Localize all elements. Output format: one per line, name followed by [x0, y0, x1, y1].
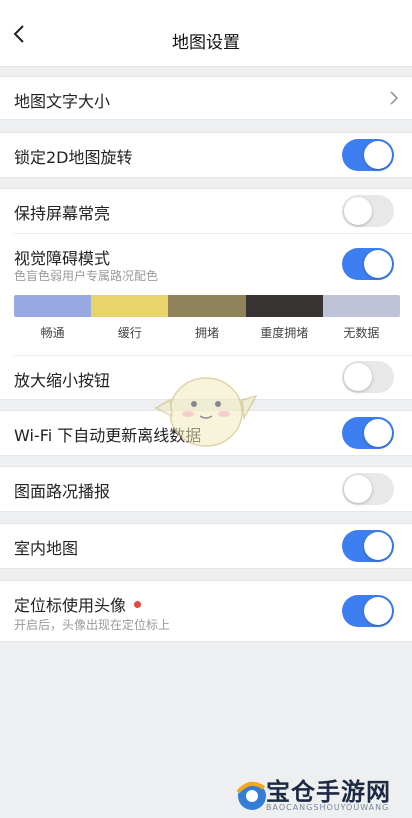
watermark-subtitle: BAOCANGSHOUYOUWANG [266, 803, 390, 812]
lock-2d-row: 锁定2D地图旋转 [0, 133, 412, 177]
traffic-color-legend [14, 295, 400, 317]
toggle-knob [364, 250, 392, 278]
legend-label: 拥堵 [195, 326, 220, 340]
legend-label: 缓行 [117, 326, 142, 340]
traffic-broadcast-label: 图面路况播报 [14, 482, 111, 501]
toggle-knob [344, 475, 372, 503]
zoom-buttons-label: 放大缩小按钮 [14, 371, 111, 390]
avatar-locator-group: 定位标使用头像 开启后，头像出现在定位标上 [0, 580, 412, 642]
lock-2d-toggle[interactable] [342, 139, 394, 171]
site-logo-icon [236, 781, 266, 810]
indoor-map-label: 室内地图 [14, 539, 79, 558]
toggle-knob [364, 532, 392, 560]
indoor-map-row: 室内地图 [0, 524, 412, 568]
legend-label: 重度拥堵 [260, 326, 309, 340]
wifi-update-toggle[interactable] [342, 417, 394, 449]
toggle-knob [344, 197, 372, 225]
watermark-title: 宝仓手游网 [266, 778, 391, 806]
toggle-knob [344, 363, 372, 391]
font-size-label: 地图文字大小 [14, 92, 111, 111]
visual-mode-section: 视觉障碍模式 色盲色弱用户专属路况配色 畅通 缓行 拥堵 重度拥堵 无数据 [0, 234, 412, 354]
mascot-watermark-icon [154, 377, 258, 447]
avatar-locator-label: 定位标使用头像 [14, 596, 127, 615]
zoom-buttons-toggle[interactable] [342, 361, 394, 393]
legend-swatch-congested [168, 295, 246, 317]
navigation-bar: 地图设置 [0, 0, 412, 67]
chevron-right-icon [390, 91, 399, 105]
legend-swatch-slow [91, 295, 169, 317]
visual-mode-label: 视觉障碍模式 [14, 249, 111, 268]
avatar-locator-subtitle: 开启后，头像出现在定位标上 [14, 618, 171, 632]
traffic-broadcast-group: 图面路况播报 [0, 466, 412, 512]
avatar-locator-row: 定位标使用头像 开启后，头像出现在定位标上 [0, 581, 412, 641]
new-badge-dot [134, 601, 142, 608]
traffic-broadcast-toggle[interactable] [342, 473, 394, 505]
avatar-locator-label-wrap: 定位标使用头像 [14, 592, 142, 616]
legend-swatch-heavy [245, 295, 323, 317]
keep-screen-on-label: 保持屏幕常亮 [14, 204, 111, 223]
legend-swatch-nodata [322, 295, 400, 317]
font-size-row[interactable]: 地图文字大小 [0, 77, 412, 119]
toggle-knob [364, 141, 392, 169]
toggle-knob [364, 597, 392, 625]
toggle-knob [364, 419, 392, 447]
legend-swatch-smooth [14, 295, 92, 317]
traffic-legend-labels: 畅通 缓行 拥堵 重度拥堵 无数据 [14, 324, 400, 341]
keep-screen-on-row: 保持屏幕常亮 [0, 189, 412, 233]
visual-mode-toggle[interactable] [342, 248, 394, 280]
legend-label: 无数据 [343, 326, 380, 340]
indoor-map-group: 室内地图 [0, 523, 412, 569]
traffic-broadcast-row: 图面路况播报 [0, 467, 412, 511]
lock-2d-group: 锁定2D地图旋转 [0, 132, 412, 178]
indoor-map-toggle[interactable] [342, 530, 394, 562]
keep-screen-on-toggle[interactable] [342, 195, 394, 227]
page-title: 地图设置 [172, 33, 240, 53]
legend-label: 畅通 [40, 326, 65, 340]
visual-mode-subtitle: 色盲色弱用户专属路况配色 [14, 269, 159, 283]
font-size-group: 地图文字大小 [0, 76, 412, 120]
avatar-locator-toggle[interactable] [342, 595, 394, 627]
lock-2d-label: 锁定2D地图旋转 [14, 148, 133, 167]
